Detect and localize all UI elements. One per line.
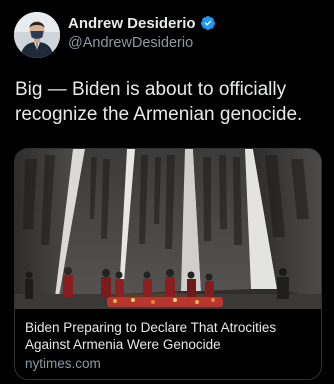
card-image <box>15 149 321 309</box>
author-handle[interactable]: @AndrewDesiderio <box>68 35 216 51</box>
genocide-memorial-photo <box>15 149 321 309</box>
verified-badge-icon <box>200 15 216 31</box>
tweet-text: Big — Biden is about to officially recog… <box>15 79 303 125</box>
avatar[interactable] <box>14 12 60 58</box>
tweet[interactable]: Andrew Desiderio @AndrewDesiderio Big — … <box>0 0 334 384</box>
author-info[interactable]: Andrew Desiderio @AndrewDesiderio <box>68 14 216 51</box>
display-name-row: Andrew Desiderio <box>68 14 216 32</box>
display-name[interactable]: Andrew Desiderio <box>68 15 196 32</box>
link-card[interactable]: Biden Preparing to Declare That Atrociti… <box>14 148 322 380</box>
card-domain: nytimes.com <box>25 356 101 371</box>
avatar-photo <box>14 12 60 58</box>
card-title: Biden Preparing to Declare That Atrociti… <box>25 320 277 352</box>
card-text: Biden Preparing to Declare That Atrociti… <box>25 319 315 371</box>
